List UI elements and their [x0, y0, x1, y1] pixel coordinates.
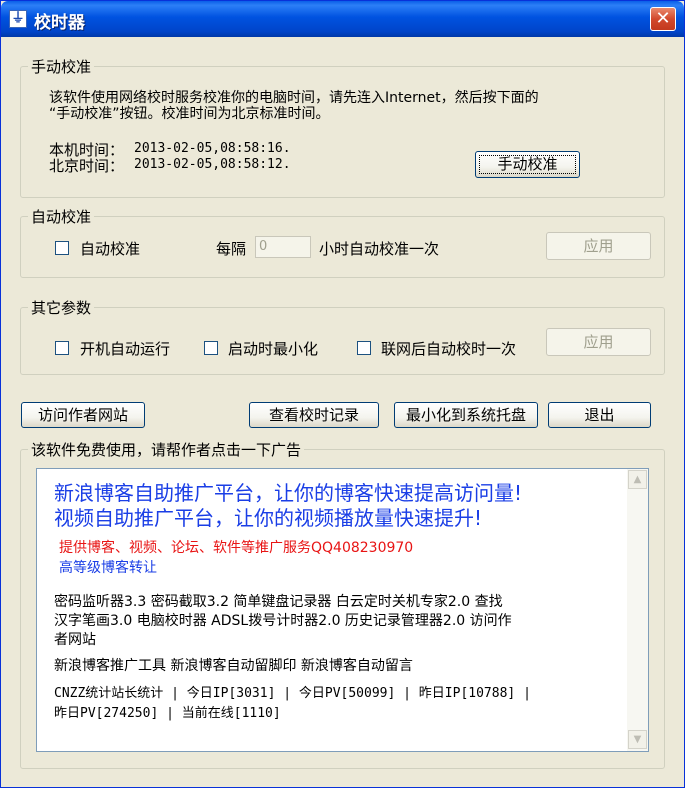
ad-sina-tools[interactable]: 新浪博客推广工具 新浪博客自动留脚印 新浪博客自动留言 [54, 655, 413, 675]
interval-suffix-label: 小时自动校准一次 [319, 240, 440, 258]
other-apply-button[interactable]: 应用 [546, 328, 651, 356]
ad-legend: 该软件免费使用，请帮作者点击一下广告 [31, 441, 302, 459]
ad-panel[interactable]: 新浪博客自助推广平台，让你的博客快速提高访问量! 视频自助推广平台，让你的视频播… [36, 468, 649, 752]
window-title: 校时器 [34, 13, 85, 33]
autostart-checkbox[interactable] [55, 341, 69, 355]
scroll-up-icon[interactable]: ▲ [628, 470, 647, 489]
ad-software-links-line1[interactable]: 密码监听器3.3 密码截取3.2 简单键盘记录器 白云定时关机专家2.0 查找 [54, 591, 503, 611]
local-time-value: 2013-02-05,08:58:16. [134, 141, 291, 156]
interval-prefix-label: 每隔 [216, 240, 247, 258]
manual-calibration-legend: 手动校准 [31, 58, 92, 76]
beijing-time-label: 北京时间： [49, 157, 125, 175]
ad-blog-transfer[interactable]: 高等级博客转让 [59, 557, 157, 577]
ad-stats-line2[interactable]: 昨日PV[274250] | 当前在线[1110] [54, 702, 281, 721]
scroll-down-icon[interactable]: ▼ [628, 730, 647, 749]
ad-software-links-line3[interactable]: 者网站 [54, 629, 96, 649]
ad-stats-line1[interactable]: CNZZ统计站长统计 | 今日IP[3031] | 今日PV[50099] | … [54, 682, 531, 701]
manual-calibrate-button[interactable]: 手动校准 [475, 151, 580, 178]
minimize-tray-button[interactable]: 最小化到系统托盘 [394, 402, 538, 428]
start-minimized-checkbox[interactable] [204, 341, 218, 355]
sync-on-connect-label[interactable]: 联网后自动校时一次 [381, 338, 516, 359]
sync-on-connect-checkbox[interactable] [357, 341, 371, 355]
start-minimized-label[interactable]: 启动时最小化 [228, 338, 318, 359]
manual-description-line2: “手动校准”按钮。校准时间为北京标准时间。 [49, 106, 330, 122]
auto-calibrate-checkbox[interactable] [55, 241, 69, 255]
main-window: ⏚ 校时器 ✕ 手动校准 该软件使用网络校时服务校准你的电脑时间，请先连入Int… [0, 0, 685, 788]
interval-hours-input[interactable]: 0 [255, 236, 311, 258]
ad-software-links-line2[interactable]: 汉字笔画3.0 电脑校时器 ADSL拨号计时器2.0 历史记录管理器2.0 访问… [54, 610, 512, 630]
ad-promo-service[interactable]: 提供博客、视频、论坛、软件等推广服务QQ408230970 [59, 537, 413, 557]
auto-apply-button[interactable]: 应用 [546, 232, 651, 260]
auto-calibration-legend: 自动校准 [31, 208, 92, 226]
ad-headline-video[interactable]: 视频自助推广平台，让你的视频播放量快速提升! [54, 502, 482, 531]
view-log-button[interactable]: 查看校时记录 [249, 402, 379, 428]
clock-icon[interactable]: ⏚ [9, 10, 27, 28]
visit-author-button[interactable]: 访问作者网站 [21, 402, 145, 428]
autostart-label[interactable]: 开机自动运行 [80, 338, 170, 359]
close-button[interactable]: ✕ [650, 7, 676, 31]
title-bar[interactable]: ⏚ 校时器 ✕ [1, 1, 684, 37]
exit-button[interactable]: 退出 [548, 402, 651, 428]
other-params-legend: 其它参数 [31, 299, 92, 317]
ad-scrollbar[interactable]: ▲ ▼ [627, 469, 648, 751]
beijing-time-value: 2013-02-05,08:58:12. [134, 157, 291, 172]
auto-calibrate-label[interactable]: 自动校准 [80, 238, 140, 259]
